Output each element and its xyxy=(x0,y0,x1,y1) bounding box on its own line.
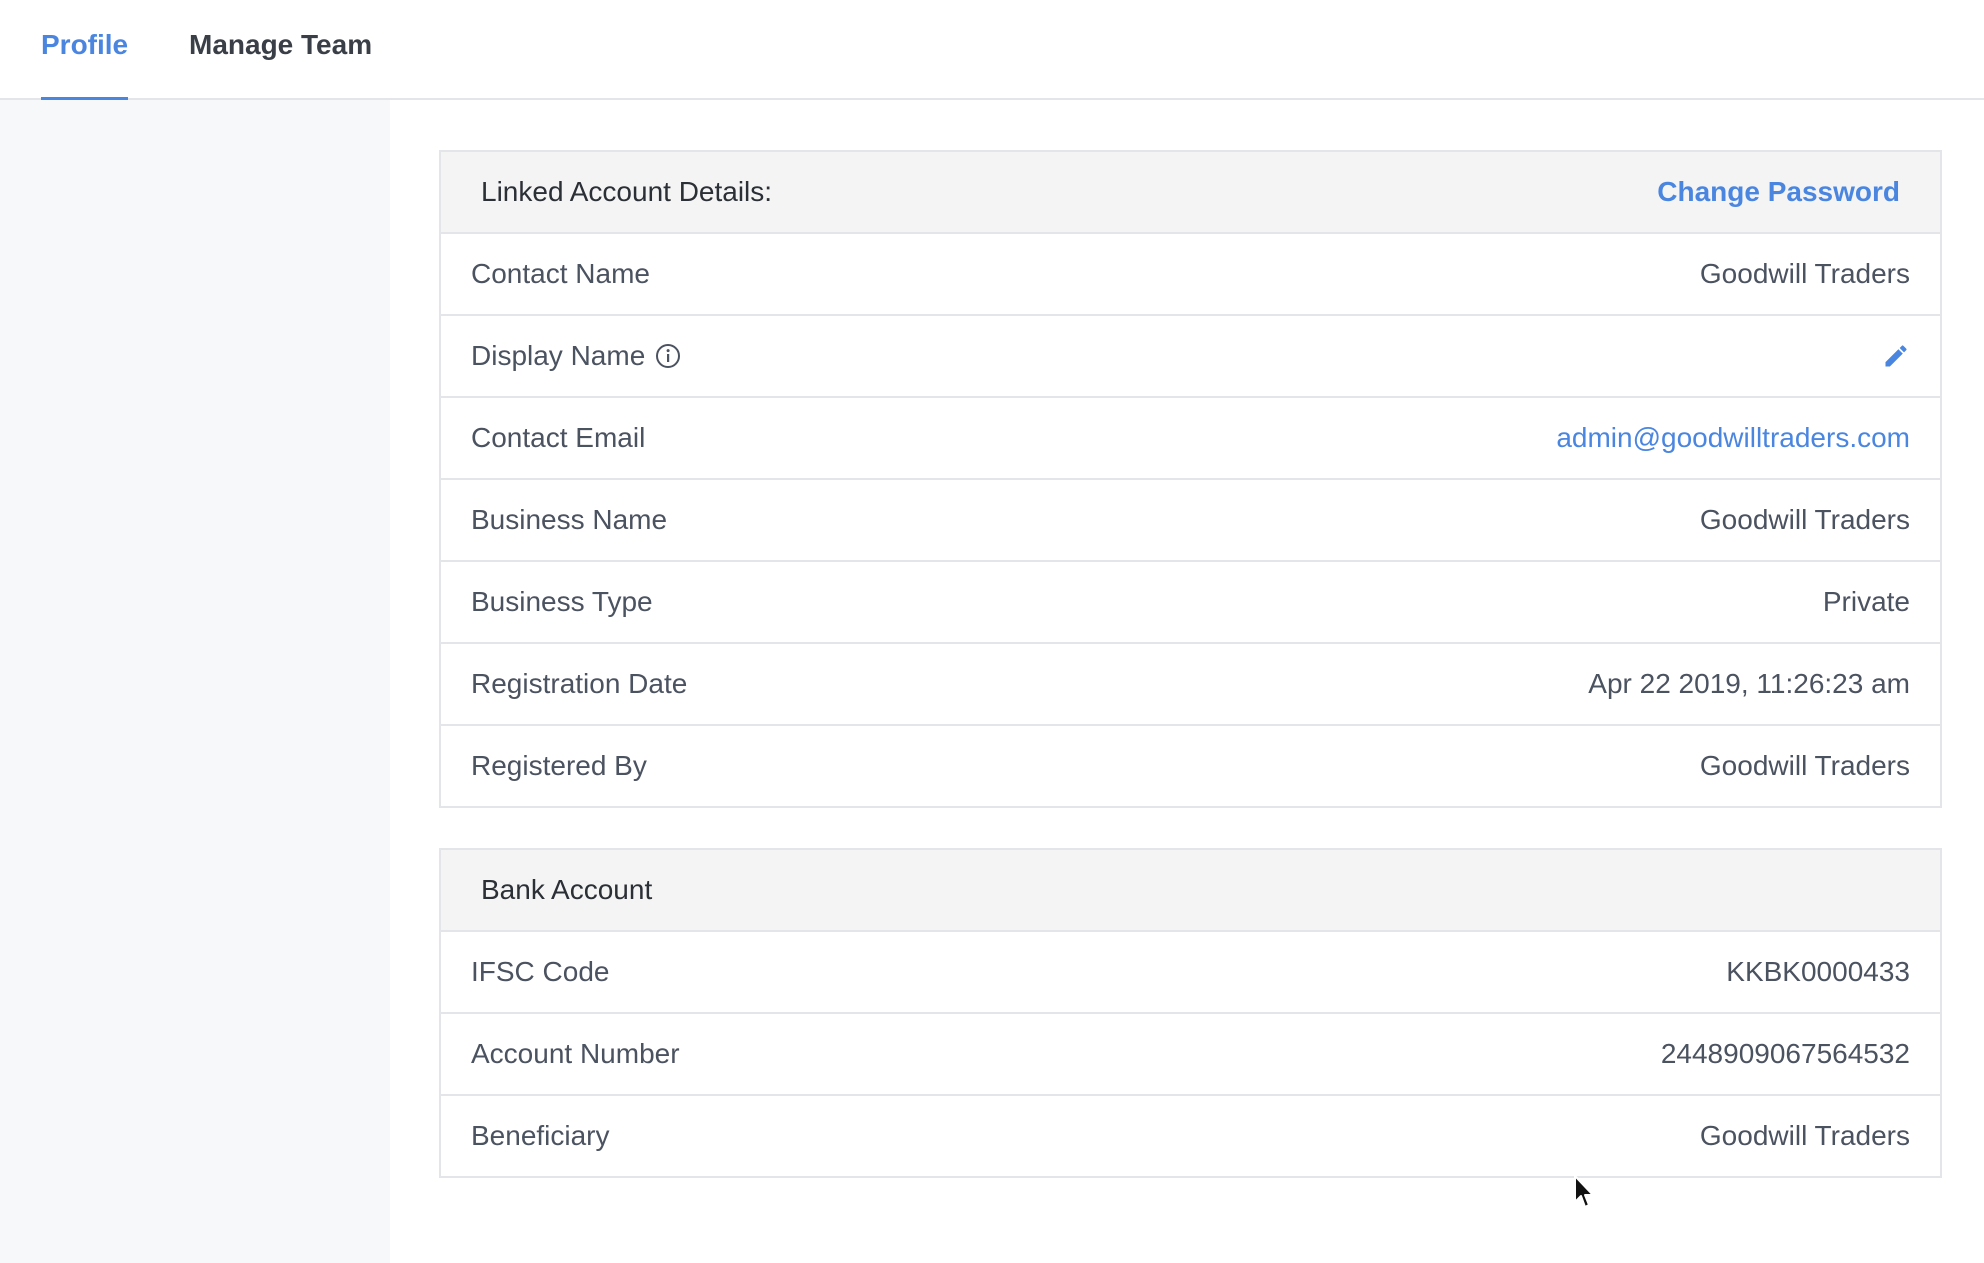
tabs-bar: Profile Manage Team xyxy=(0,0,1984,102)
registration-date-label: Registration Date xyxy=(471,668,688,699)
ifsc-code-label: IFSC Code xyxy=(471,956,610,987)
registered-by-row: Registered By Goodwill Traders xyxy=(441,726,1940,806)
linked-account-card: Linked Account Details: Change Password … xyxy=(439,150,1942,808)
business-type-label: Business Type xyxy=(471,586,653,617)
registration-date-row: Registration Date Apr 22 2019, 11:26:23 … xyxy=(441,644,1940,726)
registration-date-value: Apr 22 2019, 11:26:23 am xyxy=(1588,668,1910,699)
account-number-value: 2448909067564532 xyxy=(1660,1038,1910,1069)
beneficiary-label: Beneficiary xyxy=(471,1120,610,1151)
beneficiary-value: Goodwill Traders xyxy=(1699,1120,1910,1151)
account-number-row: Account Number 2448909067564532 xyxy=(441,1014,1940,1096)
change-password-link[interactable]: Change Password xyxy=(1657,152,1900,232)
account-number-label: Account Number xyxy=(471,1038,680,1069)
tab-profile[interactable]: Profile xyxy=(41,0,129,102)
info-circle-icon[interactable] xyxy=(655,343,681,369)
contact-name-row: Contact Name Goodwill Traders xyxy=(441,234,1940,316)
display-name-row: Display Name xyxy=(441,316,1940,398)
contact-name-value: Goodwill Traders xyxy=(1699,258,1910,289)
tab-profile-label: Profile xyxy=(41,29,129,60)
business-name-value: Goodwill Traders xyxy=(1699,504,1910,535)
ifsc-code-row: IFSC Code KKBK0000433 xyxy=(441,932,1940,1014)
ifsc-code-value: KKBK0000433 xyxy=(1726,956,1910,987)
business-name-label: Business Name xyxy=(471,504,668,535)
contact-email-link[interactable]: admin@goodwilltraders.com xyxy=(1556,398,1910,478)
mouse-cursor-icon xyxy=(1574,1175,1594,1208)
display-name-label: Display Name xyxy=(471,340,646,371)
linked-account-title: Linked Account Details: xyxy=(481,176,773,207)
display-name-label-group: Display Name xyxy=(471,316,681,396)
business-type-row: Business Type Private xyxy=(441,562,1940,644)
tab-manage-team[interactable]: Manage Team xyxy=(189,0,372,100)
registered-by-label: Registered By xyxy=(471,750,647,781)
bank-account-header: Bank Account xyxy=(441,850,1940,932)
sidebar xyxy=(0,100,390,1263)
contact-name-label: Contact Name xyxy=(471,258,650,289)
bank-account-card: Bank Account IFSC Code KKBK0000433 Accou… xyxy=(439,848,1942,1178)
bank-account-title: Bank Account xyxy=(481,874,653,905)
beneficiary-row: Beneficiary Goodwill Traders xyxy=(441,1096,1940,1176)
business-name-row: Business Name Goodwill Traders xyxy=(441,480,1940,562)
linked-account-header: Linked Account Details: Change Password xyxy=(441,152,1940,234)
pencil-icon[interactable] xyxy=(1882,342,1910,370)
contact-email-label: Contact Email xyxy=(471,422,646,453)
registered-by-value: Goodwill Traders xyxy=(1699,750,1910,781)
business-type-value: Private xyxy=(1822,586,1910,617)
contact-email-row: Contact Email admin@goodwilltraders.com xyxy=(441,398,1940,480)
tab-manage-team-label: Manage Team xyxy=(189,29,373,60)
